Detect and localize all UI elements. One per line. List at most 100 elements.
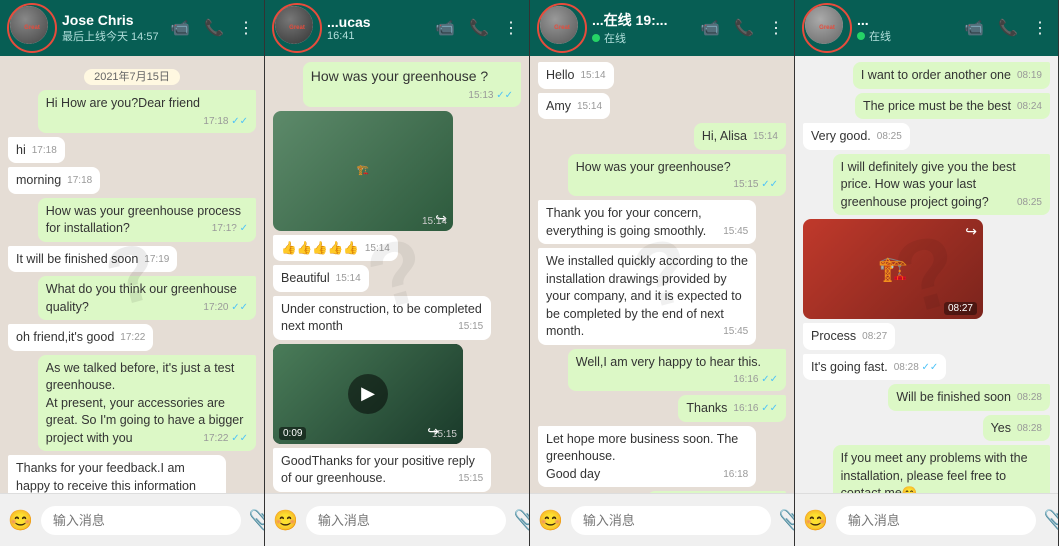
- emoji-icon-3[interactable]: 😊: [538, 508, 563, 533]
- avatar-2: [275, 6, 313, 44]
- phone-icon-3[interactable]: 📞: [734, 18, 754, 38]
- msg-greenhouse-img: 🏗️ ↪ 15:14: [273, 111, 521, 231]
- phone-icon-4[interactable]: 📞: [998, 18, 1018, 38]
- header-icons-1: 📹 📞 ⋮: [170, 18, 254, 38]
- phone-icon[interactable]: 📞: [204, 18, 224, 38]
- avatar-4: [805, 6, 843, 44]
- header-info-2: ...ucas 16:41: [327, 14, 427, 42]
- msg-yes: Yes 08:28: [803, 415, 1050, 442]
- chat-panel-3: Great ...在线 19:... 在线 📹 📞 ⋮ ? Hello 15:1…: [530, 0, 795, 546]
- phone-icon-2[interactable]: 📞: [469, 18, 489, 38]
- message-input-1[interactable]: [41, 506, 241, 535]
- message-input-3[interactable]: [571, 506, 771, 535]
- header-icons-3: 📹 📞 ⋮: [700, 18, 784, 38]
- msg-will-finished: Will be finished soon 08:28: [803, 384, 1050, 411]
- video-call-icon-2[interactable]: 📹: [435, 18, 455, 38]
- emoji-icon-1[interactable]: 😊: [8, 508, 33, 533]
- menu-icon-2[interactable]: ⋮: [503, 18, 519, 38]
- msg-img-thumb: 🏗️ 08:27 ↪: [803, 219, 1050, 319]
- msg-order-another: I want to order another one 08:19: [803, 62, 1050, 89]
- msg-quality: What do you think our greenhouse quality…: [8, 276, 256, 320]
- chat-header-3: Great ...在线 19:... 在线 📹 📞 ⋮: [530, 0, 794, 56]
- msg-greenhouse-process: How was your greenhouse process for inst…: [8, 198, 256, 242]
- header-status-3: 在线: [592, 30, 692, 46]
- header-name-3: ...在线 19:...: [592, 10, 692, 30]
- header-name-4: ...: [857, 12, 956, 28]
- msg-good: oh friend,it's good 17:22: [8, 324, 256, 351]
- attach-icon-1[interactable]: 📎: [249, 508, 265, 533]
- msg-sounds-nice: Sounds nice. 16:21 ✓✓: [538, 491, 786, 493]
- msg-installed-quickly: We installed quickly according to the in…: [538, 248, 786, 345]
- header-name-1: Jose Chris: [62, 12, 162, 28]
- img-time-badge: 08:27: [944, 302, 977, 315]
- menu-icon-3[interactable]: ⋮: [768, 18, 784, 38]
- msg-happy-hear: Well,I am very happy to hear this. 16:16…: [538, 349, 786, 392]
- chat-body-2: ? How was your greenhouse ? 15:13 ✓✓ 🏗️ …: [265, 56, 529, 493]
- header-info-3: ...在线 19:... 在线: [592, 10, 692, 46]
- msg-beautiful: Beautiful 15:14: [273, 265, 521, 292]
- chat-header-1: Great Jose Chris 最后上线今天 14:57 📹 📞 ⋮: [0, 0, 264, 56]
- msg-thanks-feedback: Thanks for your feedback.I am happy to r…: [8, 455, 256, 493]
- msg-under-construction: Under construction, to be completed next…: [273, 296, 521, 340]
- attach-icon-4[interactable]: 📎: [1044, 508, 1059, 533]
- msg-going-fast: It's going fast. 08:28 ✓✓: [803, 354, 1050, 381]
- chat-body-3: ? Hello 15:14 Amy 15:14 Hi, Alisa 15:14 …: [530, 56, 794, 493]
- attach-icon-2[interactable]: 📎: [514, 508, 530, 533]
- forward-icon-video[interactable]: ↪: [427, 423, 439, 440]
- msg-talked-before: As we talked before, it's just a test gr…: [8, 355, 256, 452]
- menu-icon-4[interactable]: ⋮: [1032, 18, 1048, 38]
- msg-video: ▶ 0:09 15:15 ↪: [273, 344, 521, 444]
- msg-morning: morning 17:18: [8, 167, 256, 194]
- chat-header-2: Great ...ucas 16:41 📹 📞 ⋮: [265, 0, 529, 56]
- chat-panel-1: Great Jose Chris 最后上线今天 14:57 📹 📞 ⋮ ? 20…: [0, 0, 265, 546]
- msg-greenhouse-question: How was your greenhouse ? 15:13 ✓✓: [273, 62, 521, 107]
- avatar-1: [10, 6, 48, 44]
- play-button[interactable]: ▶: [348, 374, 388, 414]
- chat-body-1: ? 2021年7月15日 Hi How are you?Dear friend …: [0, 56, 264, 493]
- avatar-3: [540, 6, 578, 44]
- share-icon[interactable]: ↪: [965, 223, 977, 240]
- msg-thumbsup: 👍👍👍👍👍 15:14: [273, 235, 521, 262]
- date-divider-1: 2021年7月15日: [8, 68, 256, 84]
- msg-hello: Hello 15:14: [538, 62, 786, 89]
- message-input-4[interactable]: [836, 506, 1036, 535]
- header-info-1: Jose Chris 最后上线今天 14:57: [62, 12, 162, 44]
- msg-concern: Thank you for your concern, everything i…: [538, 200, 786, 244]
- msg-more-business: Let hope more business soon. The greenho…: [538, 426, 786, 488]
- header-status-1: 最后上线今天 14:57: [62, 28, 162, 44]
- menu-icon[interactable]: ⋮: [238, 18, 254, 38]
- emoji-icon-2[interactable]: 😊: [273, 508, 298, 533]
- chat-panel-4: Great ... 在线 📹 📞 ⋮ ? I want to order ano…: [795, 0, 1059, 546]
- msg-very-good: Very good. 08:25: [803, 123, 1050, 150]
- msg-thanks: Thanks 16:16 ✓✓: [538, 395, 786, 422]
- video-duration: 0:09: [279, 427, 306, 440]
- chat-body-4: ? I want to order another one 08:19 The …: [795, 56, 1058, 493]
- message-input-2[interactable]: [306, 506, 506, 535]
- emoji-icon-4[interactable]: 😊: [803, 508, 828, 533]
- msg-hi: hi 17:18: [8, 137, 256, 164]
- attach-icon-3[interactable]: 📎: [779, 508, 795, 533]
- msg-how-greenhouse: How was your greenhouse? 15:15 ✓✓: [538, 154, 786, 197]
- msg-problems-installation: If you meet any problems with the instal…: [803, 445, 1050, 493]
- video-call-icon-3[interactable]: 📹: [700, 18, 720, 38]
- chat-header-4: Great ... 在线 📹 📞 ⋮: [795, 0, 1058, 56]
- msg-finished-soon: It will be finished soon 17:19: [8, 246, 256, 273]
- msg-hi-alisa: Hi, Alisa 15:14: [538, 123, 786, 150]
- header-info-4: ... 在线: [857, 12, 956, 44]
- header-status-2: 16:41: [327, 30, 427, 42]
- header-icons-4: 📹 📞 ⋮: [964, 18, 1048, 38]
- chat-footer-4: 😊 📎 📷 🎤: [795, 493, 1058, 546]
- video-call-icon-4[interactable]: 📹: [964, 18, 984, 38]
- msg-definitely-price: I will definitely give you the best pric…: [803, 154, 1050, 216]
- header-status-4: 在线: [857, 28, 956, 44]
- chat-footer-1: 😊 📎 📷 🎤: [0, 493, 264, 546]
- msg-amy: Amy 15:14: [538, 93, 786, 120]
- msg-hi-friend: Hi How are you?Dear friend 17:18 ✓✓: [8, 90, 256, 133]
- msg-best-price: The price must be the best 08:24: [803, 93, 1050, 120]
- chat-footer-3: 😊 📎 📷 🎤: [530, 493, 794, 546]
- chat-footer-2: 😊 📎 📷 🎤: [265, 493, 529, 546]
- video-call-icon[interactable]: 📹: [170, 18, 190, 38]
- msg-process: Process 08:27: [803, 323, 1050, 350]
- msg-positive-reply: GoodThanks for your positive reply of ou…: [273, 448, 521, 492]
- header-icons-2: 📹 📞 ⋮: [435, 18, 519, 38]
